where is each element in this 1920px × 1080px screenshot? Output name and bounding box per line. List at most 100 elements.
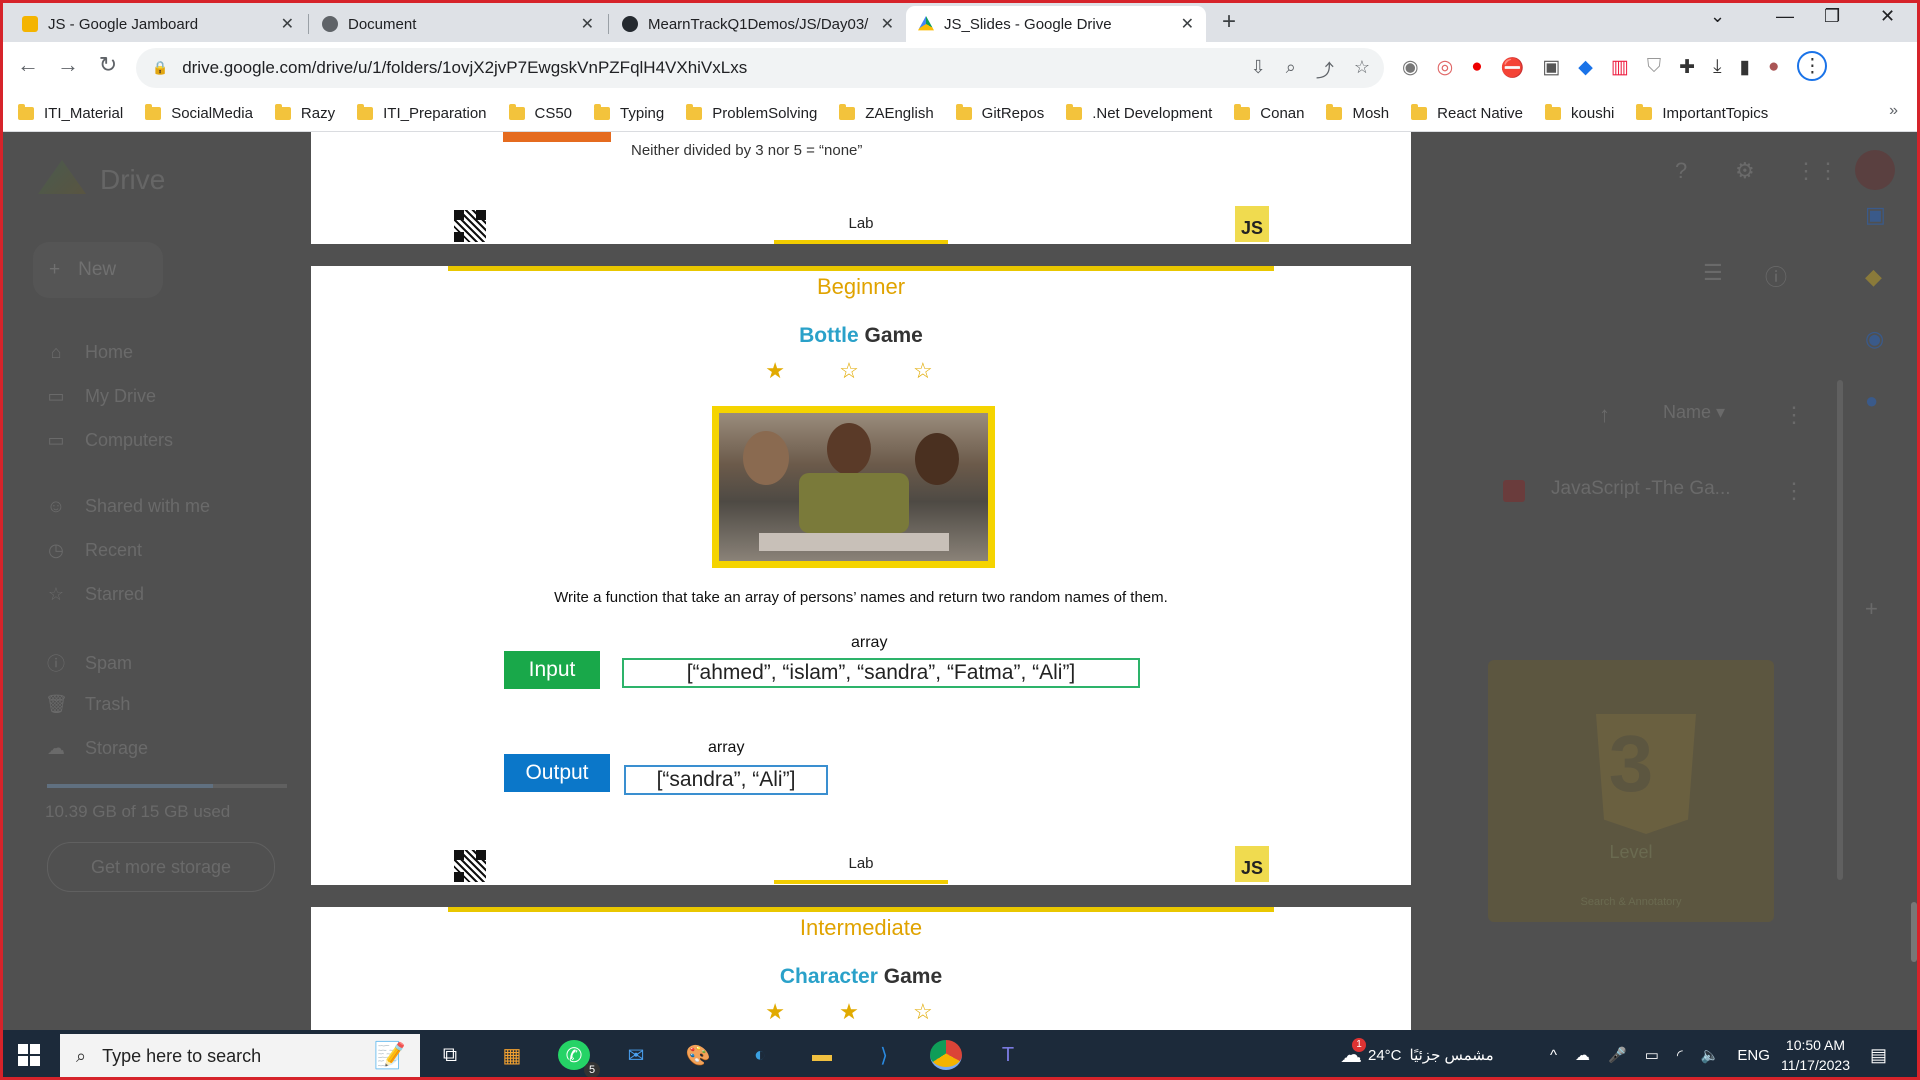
block-extension-icon[interactable]: ⛔	[1501, 56, 1525, 81]
camera-extension-icon[interactable]: ◉	[1402, 56, 1419, 81]
file-name[interactable]: JavaScript -The Ga...	[1551, 478, 1731, 500]
nav-starred[interactable]: ☆ Starred	[45, 584, 144, 605]
shield-extension-icon[interactable]: ◆	[1578, 56, 1593, 81]
mail-icon[interactable]: ✉	[620, 1040, 652, 1070]
battery-icon[interactable]: ▭	[1645, 1046, 1659, 1064]
help-icon[interactable]: ?	[1675, 158, 1687, 184]
add-addon-icon[interactable]: +	[1865, 596, 1878, 622]
close-icon[interactable]: ✕	[281, 14, 294, 34]
reload-icon[interactable]: ↻	[92, 52, 124, 78]
nav-recent[interactable]: ◷ Recent	[45, 540, 142, 561]
chrome-menu-icon[interactable]: ⋮	[1797, 51, 1828, 81]
apps-grid-icon[interactable]: ⋮⋮	[1795, 158, 1839, 184]
file-thumbnail[interactable]: 3 Level Search & Annotatory	[1488, 660, 1774, 922]
bookmark-folder[interactable]: .Net Development	[1066, 104, 1212, 122]
close-icon[interactable]: ✕	[581, 14, 594, 34]
bookmark-folder[interactable]: ITI_Material	[18, 104, 123, 122]
opera-extension-icon[interactable]: ●	[1471, 56, 1482, 81]
bookmark-star-icon[interactable]: ☆	[1354, 57, 1370, 83]
sort-name-button[interactable]: Name ▾	[1663, 402, 1725, 423]
volume-icon[interactable]: 🔈	[1701, 1046, 1720, 1064]
contacts-icon[interactable]: ●	[1865, 388, 1878, 414]
address-bar[interactable]: 🔒 drive.google.com/drive/u/1/folders/1ov…	[136, 48, 1384, 88]
more-icon[interactable]: ⋮	[1783, 402, 1805, 428]
nav-trash[interactable]: 🗑 Trash	[45, 694, 130, 715]
microphone-icon[interactable]: 🎤	[1608, 1046, 1627, 1064]
nav-computers[interactable]: ▭ Computers	[45, 430, 173, 451]
settings-icon[interactable]: ⚙	[1735, 158, 1755, 184]
minimize-icon[interactable]: —	[1776, 6, 1794, 27]
record-extension-icon[interactable]: ◎	[1437, 56, 1454, 81]
window-close-icon[interactable]: ✕	[1880, 6, 1895, 27]
new-button[interactable]: + New	[33, 242, 163, 298]
store-icon[interactable]: ▦	[496, 1040, 528, 1070]
weather-widget[interactable]: ☁ 24°C مشمس جزئيًا	[1340, 1030, 1494, 1080]
list-view-icon[interactable]: ☰	[1703, 260, 1723, 286]
bookmark-folder[interactable]: Typing	[594, 104, 664, 122]
bookmark-folder[interactable]: GitRepos	[955, 104, 1044, 122]
sort-arrow-icon[interactable]: ↑	[1599, 402, 1610, 428]
nav-home[interactable]: ⌂ Home	[45, 342, 133, 363]
app-extension-icon[interactable]: ▣	[1542, 56, 1560, 81]
info-icon[interactable]: ⓘ	[1765, 260, 1787, 292]
tasks-icon[interactable]: ◉	[1865, 326, 1884, 352]
file-more-icon[interactable]: ⋮	[1783, 478, 1805, 504]
wifi-icon[interactable]: ◜	[1677, 1046, 1683, 1064]
profile-avatar[interactable]: ●	[1768, 56, 1779, 81]
download-icon[interactable]: ⤓	[1713, 56, 1721, 81]
vscode-icon[interactable]: ⟩	[868, 1040, 900, 1070]
new-tab-icon[interactable]: +	[1222, 8, 1236, 36]
chrome-icon[interactable]	[930, 1040, 962, 1070]
windows-start-icon[interactable]	[18, 1044, 40, 1066]
bookmark-folder[interactable]: ZAEnglish	[839, 104, 934, 122]
bookmark-folder[interactable]: Mosh	[1326, 104, 1389, 122]
task-view-icon[interactable]: ⧉	[434, 1040, 466, 1070]
bookmark-folder[interactable]: ProblemSolving	[686, 104, 817, 122]
forward-icon[interactable]: →	[52, 52, 84, 78]
bookmark-folder[interactable]: Razy	[274, 104, 335, 122]
clock[interactable]: 10:50 AM 11/17/2023	[1781, 1035, 1850, 1075]
account-avatar[interactable]	[1855, 150, 1895, 190]
close-icon[interactable]: ✕	[1181, 14, 1194, 34]
more-bookmarks-icon[interactable]: »	[1889, 102, 1898, 120]
tab-search-chevron-icon[interactable]: ⌄	[1710, 6, 1725, 27]
bookmark-folder[interactable]: React Native	[1411, 104, 1523, 122]
restore-icon[interactable]: ❐	[1824, 6, 1840, 27]
close-icon[interactable]: ✕	[881, 14, 894, 34]
tab-jamboard[interactable]: JS - Google Jamboard ✕	[10, 6, 306, 42]
bookmark-folder[interactable]: koushi	[1545, 104, 1614, 122]
onedrive-icon[interactable]: ☁	[1575, 1046, 1590, 1064]
bookmark-folder[interactable]: ImportantTopics	[1636, 104, 1768, 122]
privacy-extension-icon[interactable]: ⛉	[1647, 56, 1661, 81]
tab-github[interactable]: MearnTrackQ1Demos/JS/Day03/ ✕	[610, 6, 906, 42]
back-icon[interactable]: ←	[12, 52, 44, 78]
puzzle-icon[interactable]: ✚	[1679, 56, 1695, 81]
teams-icon[interactable]: T	[992, 1040, 1024, 1070]
side-panel-icon[interactable]: ▮	[1739, 56, 1749, 81]
language-indicator[interactable]: ENG	[1737, 1047, 1770, 1064]
bookmark-folder[interactable]: CS50	[508, 104, 572, 122]
nav-my-drive[interactable]: ▭ My Drive	[45, 386, 156, 407]
calendar-icon[interactable]: ▣	[1865, 202, 1886, 228]
zoom-icon[interactable]: ⌕	[1286, 57, 1296, 83]
share-icon[interactable]: ⤴	[1316, 57, 1334, 83]
nav-storage[interactable]: ☁ Storage	[45, 738, 148, 759]
install-app-icon[interactable]: ⇩	[1251, 57, 1266, 83]
keep-icon[interactable]: ◆	[1865, 264, 1882, 290]
chevron-up-icon[interactable]: ^	[1550, 1047, 1557, 1064]
taskbar-search[interactable]: ⌕ Type here to search 📝	[60, 1034, 420, 1078]
scrollbar[interactable]	[1837, 380, 1843, 880]
notifications-icon[interactable]: ▤	[1870, 1030, 1887, 1080]
tab-google-drive[interactable]: JS_Slides - Google Drive ✕	[906, 6, 1206, 42]
bookmark-folder[interactable]: Conan	[1234, 104, 1304, 122]
file-explorer-icon[interactable]: ▬	[806, 1040, 838, 1070]
edge-icon[interactable]: ◐	[744, 1040, 776, 1070]
bookmark-folder[interactable]: SocialMedia	[145, 104, 253, 122]
nav-spam[interactable]: ⓘ Spam	[45, 650, 132, 676]
bookmark-folder[interactable]: ITI_Preparation	[357, 104, 487, 122]
page-scrollbar-thumb[interactable]	[1911, 902, 1917, 962]
tab-document[interactable]: Document ✕	[310, 6, 606, 42]
chart-extension-icon[interactable]: ▥	[1611, 56, 1629, 81]
paint-icon[interactable]: 🎨	[682, 1040, 714, 1070]
nav-shared[interactable]: ☺ Shared with me	[45, 496, 210, 517]
